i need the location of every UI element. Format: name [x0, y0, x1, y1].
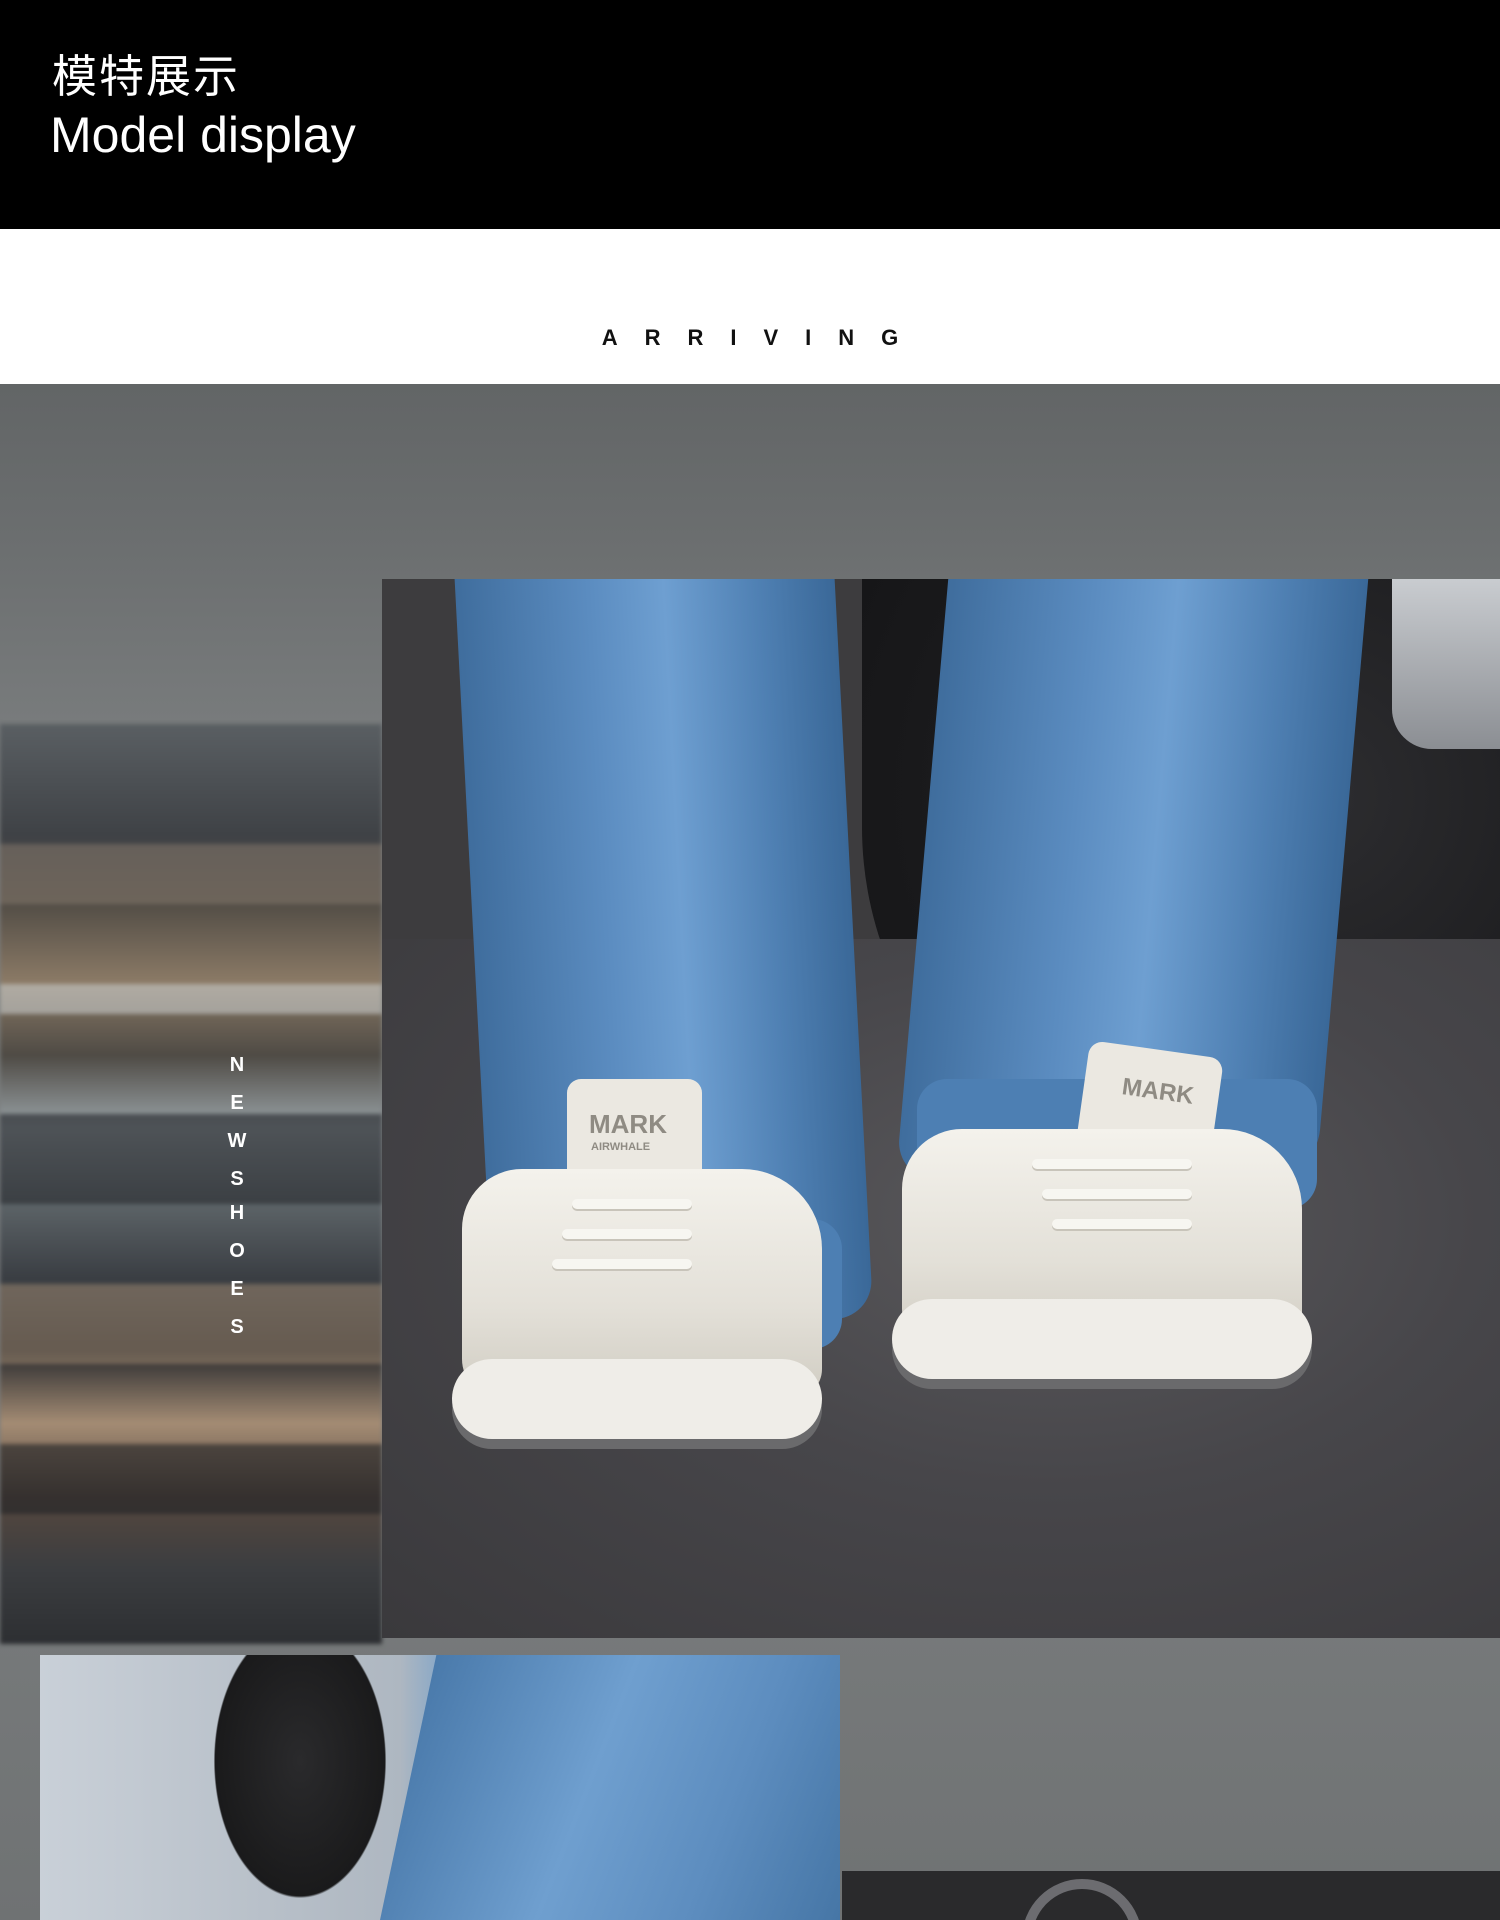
vertical-letter: S [230, 1316, 244, 1338]
left-lace [572, 1199, 692, 1209]
left-brand-sub: AIRWHALE [591, 1141, 651, 1153]
vertical-letter: H [229, 1202, 245, 1224]
vertical-letter: E [230, 1092, 244, 1114]
car-light [1392, 579, 1500, 749]
section-title-english: Model display [50, 107, 356, 163]
vertical-letter: E [230, 1278, 244, 1300]
section-title-chinese: 模特展示 [52, 50, 241, 103]
car-wheel-photo [842, 1871, 1500, 1920]
left-sneaker-sole [452, 1359, 822, 1439]
right-lace [1052, 1219, 1192, 1229]
sneaker-model-photo: MARK AIRWHALE MARK [382, 579, 1500, 1638]
vertical-letter: N [229, 1054, 245, 1076]
street-blur-image [0, 724, 382, 1644]
arriving-band: ARRIVING [0, 229, 1500, 384]
vertical-letter: S [230, 1168, 244, 1190]
model-walking-photo [40, 1655, 840, 1920]
left-brand-tag: MARK [589, 1109, 667, 1139]
right-brand-tag: MARK [1120, 1073, 1196, 1110]
model-gallery: MARK AIRWHALE MARK N E W S H O E S [0, 384, 1500, 1920]
wheel-icon [1022, 1879, 1142, 1920]
left-lace [562, 1229, 692, 1239]
vertical-letter: W [227, 1130, 247, 1152]
right-lace [1032, 1159, 1192, 1169]
right-lace [1042, 1189, 1192, 1199]
background-figure [200, 1655, 400, 1920]
new-shoes-vertical-label: N E W S H O E S [222, 1054, 252, 1354]
left-lace [552, 1259, 692, 1269]
vertical-letter: O [229, 1240, 245, 1262]
header-bar: 模特展示 Model display [0, 0, 1500, 229]
arriving-label: ARRIVING [601, 325, 926, 350]
right-sneaker-sole [892, 1299, 1312, 1379]
right-sneaker: MARK [882, 1040, 1322, 1449]
jeans-leg-closeup [380, 1655, 840, 1920]
left-sneaker: MARK AIRWHALE [452, 1079, 832, 1479]
